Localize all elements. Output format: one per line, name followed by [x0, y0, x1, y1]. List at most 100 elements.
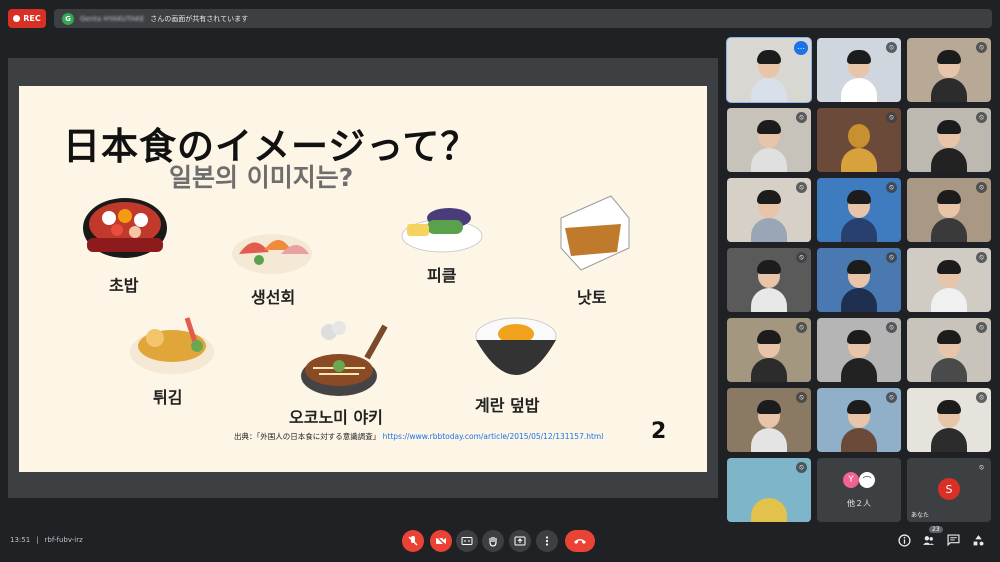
raise-hand-button[interactable] [482, 530, 504, 552]
recording-indicator: REC [8, 9, 46, 28]
mic-off-icon: ⦸ [796, 252, 807, 263]
participant-tile[interactable]: ⦸ [727, 178, 811, 242]
present-screen-icon [514, 536, 526, 546]
camera-toggle-button[interactable] [430, 530, 452, 552]
mic-off-icon: ⦸ [976, 112, 987, 123]
participant-tile[interactable]: ⦸ [817, 178, 901, 242]
food-label-tempura: 튀김 [153, 388, 183, 407]
participant-tile[interactable]: ⦸ [907, 318, 991, 382]
meeting-details-button[interactable] [896, 532, 912, 548]
sashimi-icon [232, 234, 312, 274]
mic-off-icon: ⦸ [796, 182, 807, 193]
mic-toggle-button[interactable] [402, 530, 424, 552]
mic-off-icon: ⦸ [886, 392, 897, 403]
mic-off-icon: ⦸ [976, 322, 987, 333]
sushi-icon [83, 198, 167, 258]
source-title: 出典：「外国人の日本食に対する意識調査」 [234, 432, 381, 441]
self-label: あなた [911, 512, 930, 519]
participant-tile[interactable]: ⦸ [907, 108, 991, 172]
mic-off-icon: ⦸ [976, 252, 987, 263]
people-icon [922, 535, 934, 545]
tempura-icon [130, 317, 214, 374]
mic-off-icon: ⦸ [796, 322, 807, 333]
pickles-icon [401, 208, 483, 253]
activities-button[interactable] [970, 532, 986, 548]
food-label-sushi: 초밥 [109, 276, 139, 295]
mic-off-icon: ⦸ [886, 112, 897, 123]
chat-button[interactable] [945, 532, 961, 548]
meeting-info: 13:51 | rbf-fubv-irz [10, 536, 83, 544]
presenter-avatar: G [62, 12, 74, 25]
other-participant-avatar: ⌒ [859, 472, 875, 488]
participant-tile[interactable]: ⦸ [907, 178, 991, 242]
mic-off-icon: ⦸ [976, 392, 987, 403]
raise-hand-icon [489, 537, 497, 547]
mic-off-icon: ⦸ [976, 462, 987, 473]
more-vert-icon [545, 536, 549, 546]
record-dot-icon [13, 15, 21, 22]
other-participants-tile[interactable]: Y ⌒ 他２人 [817, 458, 901, 522]
food-label-egg-rice: 계란 덮밥 [475, 396, 540, 415]
mic-off-icon [408, 536, 418, 546]
camera-off-icon [435, 535, 447, 547]
other-participant-avatar: Y [843, 472, 859, 488]
captions-button[interactable] [456, 530, 478, 552]
slide-page-number: 2 [651, 419, 667, 444]
participant-tile[interactable]: ⦸ [907, 388, 991, 452]
participant-tile[interactable]: ⦸ [907, 248, 991, 312]
mic-off-icon: ⦸ [886, 182, 897, 193]
food-label-sashimi: 생선회 [251, 288, 296, 307]
activities-icon [973, 534, 983, 545]
mic-off-icon: ⦸ [796, 392, 807, 403]
present-screen-button[interactable] [509, 530, 531, 552]
mic-off-icon: ⦸ [976, 182, 987, 193]
participant-tile[interactable]: ⦸ [817, 318, 901, 382]
info-icon [897, 533, 911, 547]
participant-tile[interactable]: ⦸ [817, 38, 901, 102]
natto-icon [560, 195, 630, 271]
presenter-name: Genta HYAKUTAKE [80, 14, 145, 23]
more-options-icon[interactable]: ⋯ [794, 41, 808, 55]
share-banner-text: さんの画面が共有されています [150, 14, 249, 23]
chat-icon [946, 533, 960, 546]
participant-tile[interactable]: ⦸ [727, 318, 811, 382]
slide-title-korean: 일본의 이미지는? [169, 163, 354, 192]
slide-source-citation: 出典：「外国人の日本食に対する意識調査」 https://www.rbbtoda… [234, 431, 603, 442]
people-count-badge: 23 [929, 526, 943, 533]
participant-tile[interactable]: ⦸ [727, 388, 811, 452]
participant-tile[interactable]: ⦸ [727, 108, 811, 172]
mic-off-icon: ⦸ [796, 462, 807, 473]
food-label-pickles: 피클 [427, 266, 457, 285]
hang-up-icon [574, 539, 586, 544]
mic-off-icon: ⦸ [976, 42, 987, 53]
mic-off-icon: ⦸ [886, 42, 897, 53]
source-link[interactable]: https://www.rbbtoday.com/article/2015/05… [383, 432, 604, 441]
food-label-natto: 낫토 [577, 288, 607, 307]
shared-slide: 日本食のイメージって？ 일본의 이미지는? 초밥 생선회 피클 낫토 튀김 오코… [19, 86, 707, 472]
self-avatar: S [938, 478, 960, 500]
others-count-label: 他２人 [847, 499, 871, 508]
clock-time: 13:51 [10, 536, 31, 544]
participant-tile[interactable]: ⦸ [817, 388, 901, 452]
food-label-okonomiyaki: 오코노미 야키 [289, 408, 383, 427]
egg-rice-icon [475, 317, 557, 375]
participant-tile[interactable]: ⦸ [817, 248, 901, 312]
mic-off-icon: ⦸ [796, 112, 807, 123]
participant-tile[interactable]: ⦸ [727, 248, 811, 312]
participant-tile[interactable]: ⦸ [817, 108, 901, 172]
captions-icon [461, 537, 473, 545]
okonomiyaki-icon [301, 321, 388, 396]
separator: | [36, 536, 39, 544]
mic-off-icon: ⦸ [886, 252, 897, 263]
participant-tile[interactable]: ⦸ [907, 38, 991, 102]
mic-off-icon: ⦸ [886, 322, 897, 333]
leave-call-button[interactable] [565, 530, 595, 552]
recording-label: REC [23, 14, 41, 23]
participant-tile[interactable]: ⦸ [727, 458, 811, 522]
screen-share-banner: G Genta HYAKUTAKE さんの画面が共有されています [54, 9, 992, 28]
self-tile[interactable]: S ⦸ あなた [907, 458, 991, 522]
people-button[interactable] [920, 532, 936, 548]
meeting-code: rbf-fubv-irz [44, 536, 83, 544]
more-options-button[interactable] [536, 530, 558, 552]
participant-tile-presenter[interactable]: ⋯ [726, 37, 812, 103]
